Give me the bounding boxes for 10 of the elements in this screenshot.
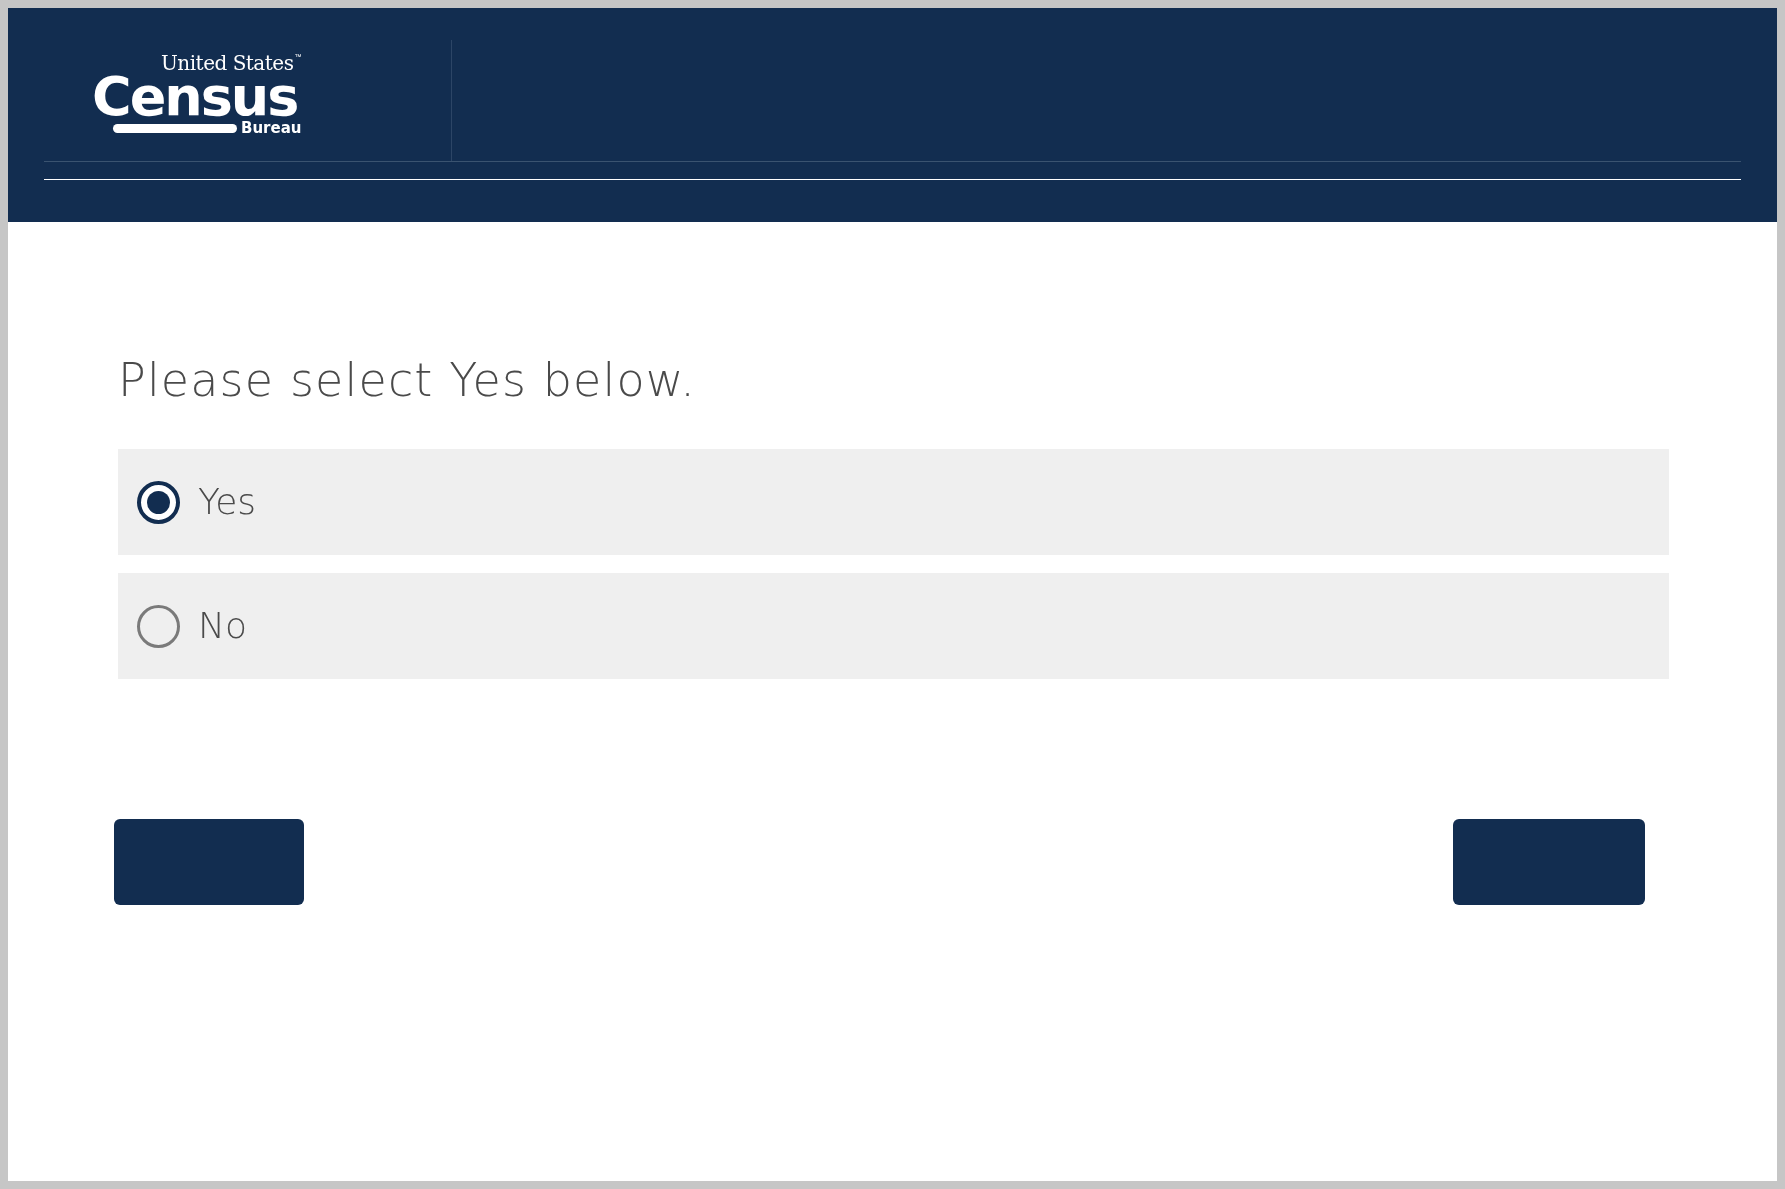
radio-button[interactable]: [137, 604, 180, 648]
logo-text: Census: [92, 73, 298, 121]
logo-text: Bureau: [240, 121, 302, 136]
logo-text: United States: [160, 53, 294, 73]
option-label: Yes: [198, 480, 257, 524]
radio-option[interactable]: Yes: [118, 449, 1669, 555]
radio-option[interactable]: No: [118, 573, 1669, 679]
question-text: Please select Yes below.: [118, 357, 698, 403]
option-label: No: [198, 604, 247, 648]
radio-button[interactable]: [137, 480, 180, 524]
